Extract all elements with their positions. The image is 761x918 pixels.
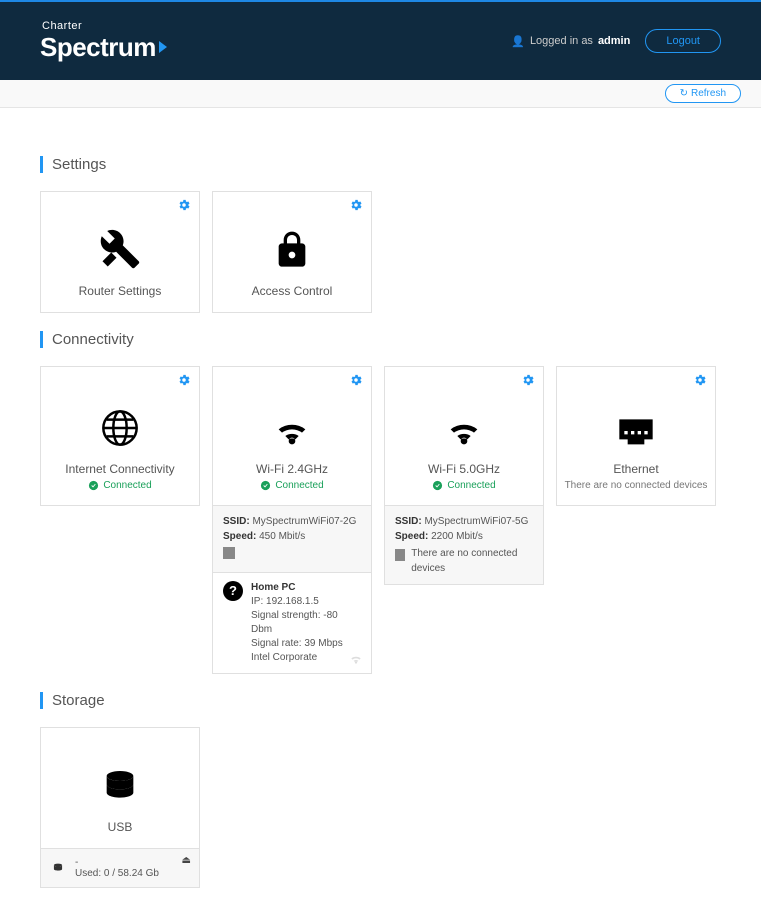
card-usb[interactable]: USB [40,727,200,849]
device-name: Home PC [251,581,361,595]
connectivity-cards: Internet Connectivity Connected Wi-F [40,366,721,674]
card-internet-connectivity[interactable]: Internet Connectivity Connected [40,366,200,506]
settings-cards: Router Settings Access Control [40,191,721,313]
usb-item-panel[interactable]: - Used: 0 / 58.24 Gb ⏏ [40,849,200,888]
status-badge: Connected [260,480,323,491]
card-router-settings[interactable]: Router Settings [40,191,200,313]
tools-icon [99,228,141,270]
wifi24-info-panel: SSID: MySpectrumWiFi07-2G Speed: 450 Mbi… [212,506,372,573]
gear-icon[interactable] [521,373,535,387]
eject-icon[interactable]: ⏏ [182,855,191,866]
lock-icon [272,230,312,270]
check-circle-icon [432,480,443,491]
wifi-icon [272,414,312,448]
no-devices-label: There are no connected devices [559,480,714,491]
usb-item-used: Used: 0 / 58.24 Gb [75,868,159,879]
card-access-control[interactable]: Access Control [212,191,372,313]
username: admin [598,35,630,47]
storage-icon [100,766,140,806]
section-title-storage: Storage [40,692,721,709]
logout-button[interactable]: Logout [645,29,721,53]
drive-icon [51,861,65,875]
refresh-icon: ↻ [680,88,688,99]
globe-icon [100,408,140,448]
header-right: 👤 Logged in as admin Logout [511,29,721,53]
card-title: Router Settings [79,284,162,298]
section-title-settings: Settings [40,156,721,173]
status-badge: Connected [432,480,495,491]
header: Charter Spectrum 👤 Logged in as admin Lo… [0,2,761,80]
speed-value: 450 Mbit/s [259,531,305,542]
gear-icon[interactable] [349,198,363,212]
gear-icon[interactable] [177,373,191,387]
user-icon: 👤 [511,35,525,48]
device-vendor: Intel Corporate [251,651,361,665]
card-ethernet[interactable]: Ethernet There are no connected devices [556,366,716,506]
refresh-button[interactable]: ↻ Refresh [665,84,741,103]
section-title-connectivity: Connectivity [40,331,721,348]
gear-icon[interactable] [693,373,707,387]
card-title: Ethernet [613,462,658,476]
gear-icon[interactable] [177,198,191,212]
wifi-signal-icon [349,653,363,665]
no-devices-label: There are no connected devices [411,546,533,576]
check-circle-icon [88,480,99,491]
speed-value: 2200 Mbit/s [431,531,483,542]
ethernet-icon [616,414,656,448]
card-title: Internet Connectivity [65,462,174,476]
triangle-icon [159,41,167,53]
wifi24-device-panel[interactable]: ? Home PC IP: 192.168.1.5 Signal strengt… [212,573,372,674]
ssid-value: MySpectrumWiFi07-2G [252,516,356,527]
wifi-icon [444,414,484,448]
card-title: USB [108,820,133,834]
card-title: Wi-Fi 2.4GHz [256,462,328,476]
brand-top: Charter [42,20,167,32]
device-ip: IP: 192.168.1.5 [251,595,361,609]
subheader: ↻ Refresh [0,80,761,108]
qr-icon[interactable] [223,547,235,559]
storage-cards: USB - Used: 0 / 58.24 Gb ⏏ [40,727,721,888]
check-circle-icon [260,480,271,491]
card-wifi-5ghz[interactable]: Wi-Fi 5.0GHz Connected [384,366,544,506]
logged-in-label: 👤 Logged in as admin [511,35,630,48]
usb-item-name: - [75,857,159,868]
card-wifi-24ghz[interactable]: Wi-Fi 2.4GHz Connected [212,366,372,506]
brand-logo: Charter Spectrum [40,20,167,63]
device-signal-rate: Signal rate: 39 Mbps [251,637,361,651]
status-badge: Connected [88,480,151,491]
qr-icon[interactable] [395,549,405,561]
wifi5-info-panel: SSID: MySpectrumWiFi07-5G Speed: 2200 Mb… [384,506,544,585]
content: Settings Router Settings [0,108,761,918]
ssid-value: MySpectrumWiFi07-5G [424,516,528,527]
brand-bottom: Spectrum [40,32,167,63]
gear-icon[interactable] [349,373,363,387]
card-title: Access Control [252,284,333,298]
question-icon: ? [223,581,243,601]
card-title: Wi-Fi 5.0GHz [428,462,500,476]
device-signal-strength: Signal strength: -80 Dbm [251,609,361,637]
